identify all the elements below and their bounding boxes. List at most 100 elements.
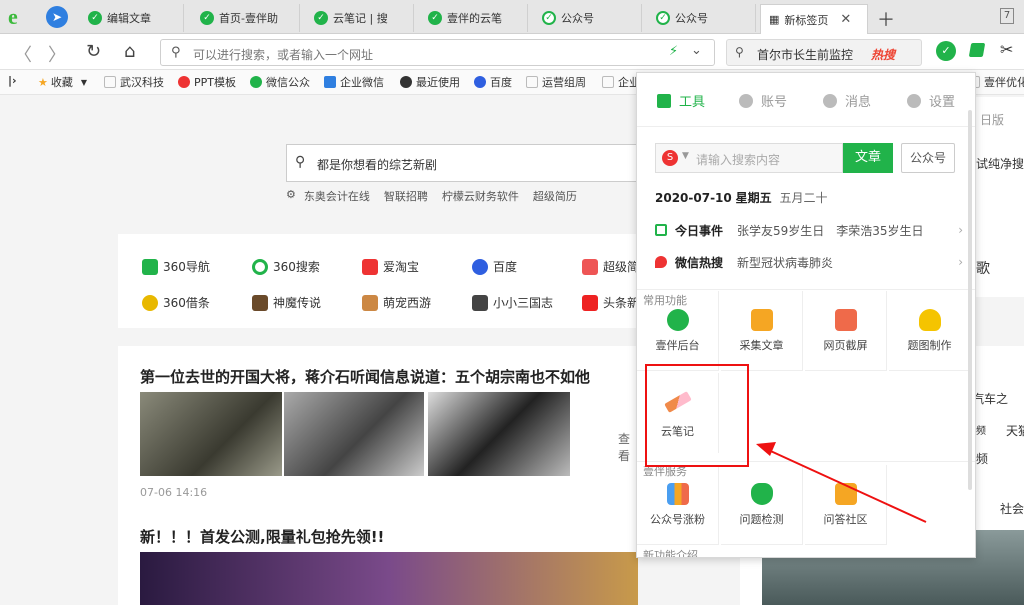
popup-search-input[interactable]: S ▼ 请输入搜索内容 [655, 143, 843, 173]
news-more-link[interactable]: 查看 [618, 430, 638, 464]
popup-tab-tools[interactable]: 工具 [657, 91, 705, 110]
home-icon[interactable]: ⌂ [124, 41, 135, 62]
back-icon[interactable]: 〈 [14, 41, 32, 67]
lightning-icon[interactable]: ⚡ [669, 44, 678, 59]
bookmark-item[interactable]: 企业微信 [324, 74, 384, 90]
news-photo[interactable] [428, 392, 570, 476]
news-title[interactable]: 第一位去世的开国大将，蒋介石听闻信息说道：五个胡宗南也不如他 [140, 366, 590, 387]
article-search-button[interactable]: 文章 [843, 143, 893, 173]
gzh-search-button[interactable]: 公众号 [901, 143, 955, 173]
sidebar-toggle-icon[interactable]: |› [8, 74, 17, 87]
popup-tab-messages[interactable]: 消息 [823, 91, 871, 110]
search-icon: ⚲ [295, 154, 306, 170]
page-search-input[interactable]: ⚲ 都是你想看的综艺新剧 [286, 144, 644, 182]
bookmark-item[interactable]: 最近使用 [400, 74, 460, 90]
site-link[interactable]: 神魔传说 [252, 294, 321, 311]
site-link[interactable]: 萌宠西游 [362, 294, 431, 311]
yiban-extension-icon[interactable]: ✓ [936, 41, 956, 61]
bookmark-item[interactable]: 运营组周 [526, 74, 586, 90]
chevron-right-icon: › [958, 223, 963, 237]
chevron-right-icon: › [958, 255, 963, 269]
site-link[interactable]: 爱淘宝 [362, 258, 419, 275]
url-input[interactable]: ⚲ 可以进行搜索，或者输入一个网址 ⚡ ⌄ [160, 39, 715, 66]
tool-yiban-backend[interactable]: 壹伴后台 [637, 291, 719, 371]
popup-tab-settings[interactable]: 设置 [907, 91, 955, 110]
bookmark-item[interactable]: 武汉科技 [104, 74, 164, 90]
tab-label: 公众号 [675, 12, 708, 25]
tab-edit-article[interactable]: ✓ 编辑文章 [80, 4, 184, 32]
hot-search-box[interactable]: ⚲ 首尔市长生前监控 热搜 [726, 39, 922, 66]
tool-screenshot[interactable]: 网页截屏 [805, 291, 887, 371]
quick-link[interactable]: 东奥会计在线 [304, 188, 370, 204]
tool-cover-image[interactable]: 题图制作 [889, 291, 971, 371]
tab-gzh-2[interactable]: ✓ 公众号 [648, 4, 756, 32]
settings-icon[interactable]: ⚙ [286, 188, 296, 204]
tab-yiban-cloud[interactable]: ✓ 壹伴的云笔 [420, 4, 528, 32]
navigate-icon[interactable]: ➤ [46, 6, 68, 28]
tool-gzh-fans[interactable]: 公众号涨粉 [637, 465, 719, 545]
green-extension-icon[interactable] [968, 43, 986, 57]
right-text: 试纯净搜 [976, 157, 1024, 171]
close-icon[interactable]: ✕ [840, 12, 851, 27]
news-photo[interactable] [284, 392, 424, 476]
bookmark-item[interactable]: PPT模板 [178, 74, 236, 90]
forward-icon[interactable]: 〉 [48, 41, 66, 67]
bookmark-favorites[interactable]: ★ 收藏 ▼ [38, 74, 87, 90]
site-link[interactable]: 超级简 [582, 258, 639, 275]
mail-icon [834, 483, 857, 505]
camera-icon [834, 309, 857, 331]
quick-links: ⚙ 东奥会计在线 智联招聘 柠檬云财务软件 超级简历 [286, 188, 591, 204]
site-icon [362, 258, 378, 275]
window-count[interactable]: 7 [1000, 8, 1014, 24]
tool-issue-check[interactable]: 问题检测 [721, 465, 803, 545]
site-link[interactable]: 360导航 [142, 258, 210, 275]
url-placeholder: 可以进行搜索，或者输入一个网址 [193, 48, 374, 62]
yiban-icon: ✓ [88, 11, 102, 25]
baidu-icon [474, 76, 486, 88]
site-link[interactable]: 百度 [472, 258, 517, 275]
right-text[interactable]: 社会 [1000, 500, 1024, 517]
news-title[interactable]: 新！！！首发公测,限量礼包抢先领!! [140, 526, 384, 547]
quick-link[interactable]: 智联招聘 [384, 188, 428, 204]
site-link[interactable]: 头条新 [582, 294, 639, 311]
date: 2020-07-10 [655, 191, 732, 205]
user-icon [739, 93, 753, 108]
popup-scrollbar[interactable] [968, 110, 972, 490]
tab-cloud-note-search[interactable]: ✓ 云笔记 | 搜 [306, 4, 414, 32]
chevron-down-icon[interactable]: ▼ [682, 151, 689, 161]
popup-tab-account[interactable]: 账号 [739, 91, 787, 110]
site-link[interactable]: 360搜索 [252, 258, 320, 275]
tab-home[interactable]: ✓ 首页-壹伴助 [192, 4, 300, 32]
document-icon [750, 309, 773, 331]
bookmark-item[interactable]: 百度 [474, 74, 512, 90]
right-text: 歌 [976, 261, 990, 277]
site-icon [252, 258, 268, 275]
site-link[interactable]: 小小三国志 [472, 294, 553, 311]
today-events-row[interactable]: 今日事件 张学友59岁生日 李荣浩35岁生日 › [655, 215, 967, 245]
wechat-hot-text: 新型冠状病毒肺炎 [737, 255, 834, 270]
chevron-down-icon[interactable]: ⌄ [691, 43, 702, 58]
bookmark-item[interactable]: 壹伴优化 [968, 74, 1024, 90]
wechat-icon: ✓ [656, 11, 670, 25]
browser-logo-icon[interactable]: e [8, 5, 32, 29]
wechat-hot-row[interactable]: 微信热搜 新型冠状病毒肺炎 › [655, 247, 967, 277]
news-photo[interactable] [140, 392, 282, 476]
tool-collect-article[interactable]: 采集文章 [721, 291, 803, 371]
bookmark-item[interactable]: 微信公众 [250, 74, 310, 90]
tool-qa-community[interactable]: 问答社区 [805, 465, 887, 545]
bookmark-item[interactable]: 企业 [602, 74, 640, 90]
right-text[interactable]: 汽车之 [972, 390, 1008, 407]
tab-gzh-1[interactable]: ✓ 公众号 [534, 4, 642, 32]
reload-icon[interactable]: ↻ [86, 41, 101, 62]
site-icon [252, 294, 268, 311]
site-icon [142, 258, 158, 275]
highlight-box [645, 364, 749, 467]
new-tab-plus-icon[interactable]: ＋ [877, 6, 895, 32]
quick-link[interactable]: 超级简历 [533, 188, 577, 204]
tab-new-tab[interactable]: ▦ 新标签页 ✕ [760, 4, 868, 34]
site-link[interactable]: 360借条 [142, 294, 210, 311]
right-text[interactable]: 天猫 [1006, 422, 1024, 439]
scissors-icon[interactable]: ✂ [1000, 40, 1013, 59]
quick-link[interactable]: 柠檬云财务软件 [442, 188, 519, 204]
ad-banner[interactable] [140, 552, 638, 605]
